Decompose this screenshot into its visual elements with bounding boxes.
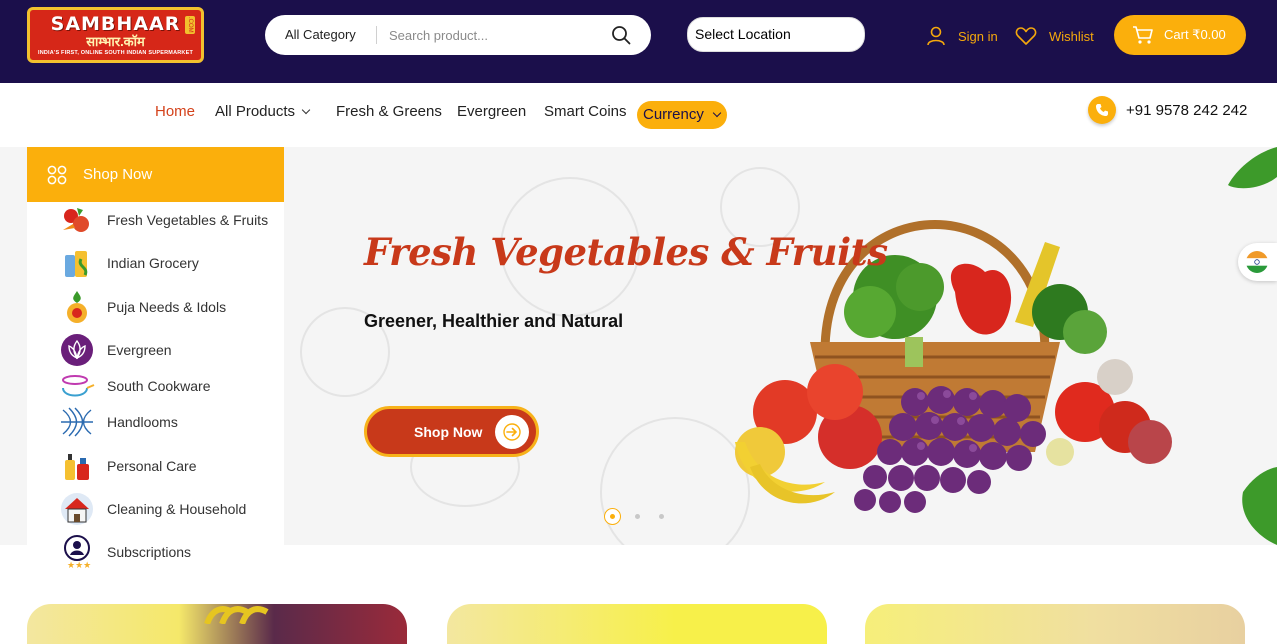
carousel-dots xyxy=(604,508,683,525)
cart-label: Cart ₹0.00 xyxy=(1164,27,1226,42)
grid-icon xyxy=(47,165,67,184)
hero-subtitle: Greener, Healthier and Natural xyxy=(364,311,624,331)
arrow-right-icon xyxy=(495,415,529,449)
logo-name: SAMBHAAR xyxy=(50,13,181,35)
carousel-dot-3[interactable] xyxy=(659,514,664,519)
nav-all-products[interactable]: All Products xyxy=(215,103,311,120)
category-indian-grocery[interactable]: Indian Grocery xyxy=(27,245,199,281)
promo-card-3[interactable] xyxy=(865,604,1245,644)
carousel-dot-2[interactable] xyxy=(635,514,640,519)
category-label: Puja Needs & Idols xyxy=(107,299,227,315)
puja-icon xyxy=(59,289,95,325)
hero-button-label: Shop Now xyxy=(414,423,483,440)
signin-link[interactable]: Sign in xyxy=(926,24,998,48)
nav-evergreen[interactable]: Evergreen xyxy=(457,103,526,120)
nav-home[interactable]: Home xyxy=(155,103,195,120)
category-personal-care[interactable]: Personal Care xyxy=(27,448,197,484)
category-label: Indian Grocery xyxy=(107,255,199,271)
currency-label: Currency xyxy=(643,106,704,123)
household-icon xyxy=(59,491,95,527)
search-divider xyxy=(376,26,377,44)
nav-smart-coins[interactable]: Smart Coins xyxy=(544,103,627,120)
phone-number: +91 9578 242 242 xyxy=(1126,101,1248,119)
wishlist-label: Wishlist xyxy=(1049,28,1094,44)
location-select[interactable]: Select Location xyxy=(687,17,865,52)
grocery-icon xyxy=(59,245,95,281)
top-header: SAMBHAAR साम्भार.कॉम INDIA'S FIRST, ONLI… xyxy=(0,0,1277,83)
category-label: Fresh Vegetables & Fruits xyxy=(107,212,269,228)
carousel-dot-1[interactable] xyxy=(604,508,621,525)
lotus-icon xyxy=(59,332,95,368)
chevron-down-icon xyxy=(712,108,722,118)
hero-title: Fresh Vegetables & Fruits xyxy=(364,230,888,274)
logo-hindi: साम्भार.कॉम xyxy=(86,34,145,49)
subscription-icon: ★★★ xyxy=(59,534,95,570)
vegetables-icon xyxy=(59,202,95,238)
leaf-decoration xyxy=(1228,147,1277,189)
nav-all-products-label: All Products xyxy=(215,103,296,120)
category-label: Subscriptions xyxy=(107,544,192,560)
phone-contact[interactable]: +91 9578 242 242 xyxy=(1088,96,1247,124)
wishlist-link[interactable]: Wishlist xyxy=(1015,24,1094,48)
svg-text:★★★: ★★★ xyxy=(67,561,91,570)
signin-label: Sign in xyxy=(958,28,998,44)
hero-shop-now-button[interactable]: Shop Now xyxy=(364,406,539,457)
category-evergreen[interactable]: Evergreen xyxy=(27,332,172,368)
promo-card-2[interactable] xyxy=(447,604,827,644)
search-bar: All Category xyxy=(265,15,651,55)
logo-tagline: INDIA'S FIRST, ONLINE SOUTH INDIAN SUPER… xyxy=(37,50,194,56)
search-icon[interactable] xyxy=(611,25,631,45)
language-flag-button[interactable] xyxy=(1238,243,1277,281)
shop-now-title: Shop Now xyxy=(83,166,153,183)
leaf-decoration xyxy=(1242,467,1277,545)
category-label: Evergreen xyxy=(107,342,172,358)
handloom-icon xyxy=(59,404,95,440)
category-fresh-vegetables[interactable]: Fresh Vegetables & Fruits xyxy=(27,202,268,238)
cart-button[interactable]: Cart ₹0.00 xyxy=(1114,15,1246,55)
user-icon xyxy=(927,26,945,46)
category-select[interactable]: All Category xyxy=(285,27,356,42)
phone-icon xyxy=(1088,96,1116,124)
category-label: Handlooms xyxy=(107,414,178,430)
category-label: Cleaning & Household xyxy=(107,501,247,517)
site-logo[interactable]: SAMBHAAR साम्भार.कॉम INDIA'S FIRST, ONLI… xyxy=(27,7,204,63)
cart-icon xyxy=(1133,26,1153,44)
category-cleaning-household[interactable]: Cleaning & Household xyxy=(27,491,246,527)
category-handlooms[interactable]: Handlooms xyxy=(27,404,178,440)
currency-dropdown[interactable]: Currency xyxy=(637,101,727,129)
heart-icon xyxy=(1015,27,1037,45)
category-south-cookware[interactable]: South Cookware xyxy=(27,368,211,404)
category-puja-needs[interactable]: Puja Needs & Idols xyxy=(27,289,226,325)
shop-now-header[interactable]: Shop Now xyxy=(27,147,284,202)
category-label: Personal Care xyxy=(107,458,197,474)
personal-care-icon xyxy=(59,448,95,484)
logo-suffix: .COM xyxy=(185,16,195,34)
chevron-down-icon xyxy=(301,105,311,115)
category-label: South Cookware xyxy=(107,378,211,394)
nav-fresh-greens[interactable]: Fresh & Greens xyxy=(336,103,442,120)
cookware-icon xyxy=(59,368,95,404)
search-input[interactable] xyxy=(389,24,589,46)
category-sidebar: Shop Now Fresh Vegetables & Fruits India… xyxy=(27,147,284,570)
bananas-image xyxy=(204,606,269,624)
category-subscriptions[interactable]: ★★★ Subscriptions xyxy=(27,534,191,570)
india-flag-icon xyxy=(1246,251,1268,273)
promo-card-1[interactable] xyxy=(27,604,407,644)
